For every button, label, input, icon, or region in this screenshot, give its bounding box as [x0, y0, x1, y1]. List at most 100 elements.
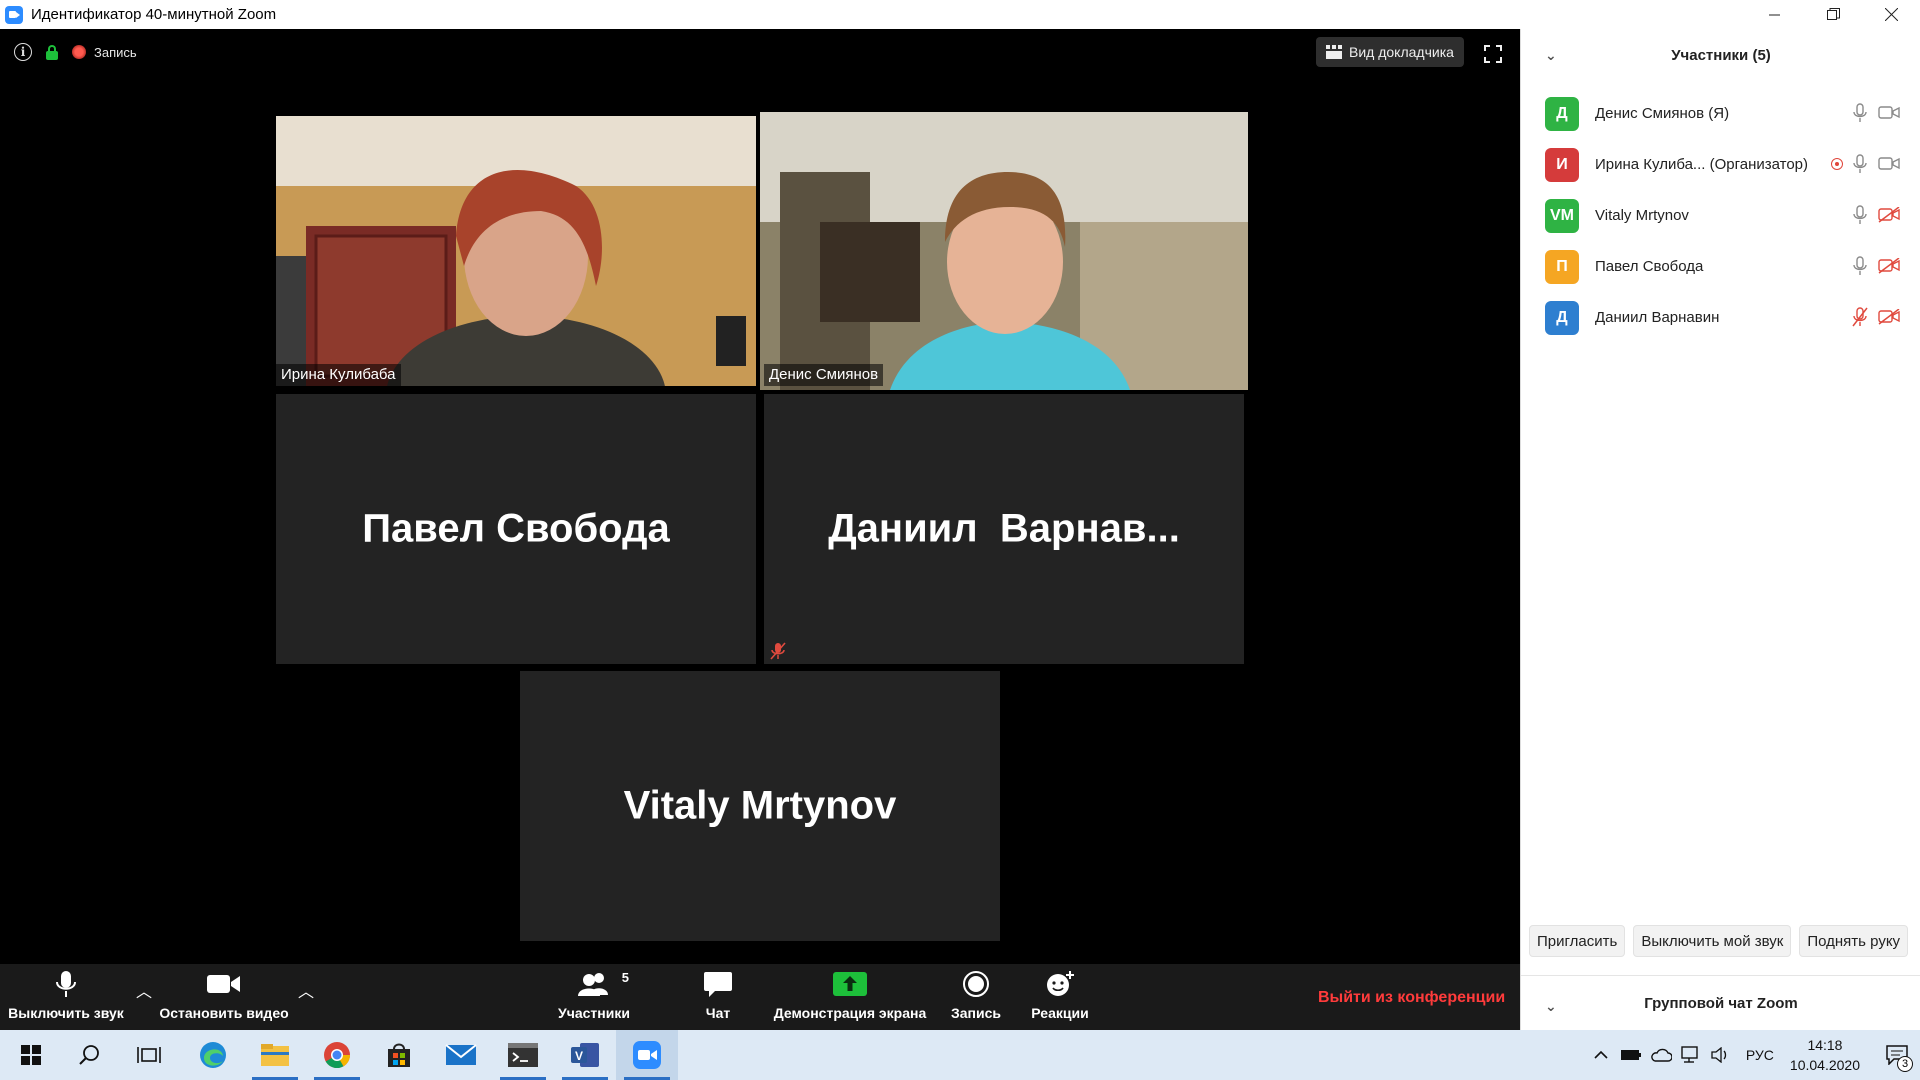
chevron-up-icon — [1594, 1050, 1608, 1059]
participants-label: Участники — [558, 1005, 630, 1021]
camera-off-icon[interactable] — [1878, 258, 1900, 274]
info-icon[interactable]: i — [14, 43, 32, 61]
video-tile[interactable]: Ирина Кулибаба — [276, 116, 756, 386]
clock-date: 10.04.2020 — [1789, 1057, 1860, 1073]
camera-off-icon[interactable] — [1878, 207, 1900, 223]
notification-count-badge: 3 — [1897, 1056, 1913, 1072]
collapse-chevron-icon[interactable]: ⌄ — [1545, 47, 1557, 64]
camera-on-icon[interactable] — [1878, 105, 1900, 121]
raise-hand-button[interactable]: Поднять руку — [1799, 925, 1909, 957]
restore-button[interactable] — [1804, 0, 1862, 29]
audio-options-chevron-icon[interactable]: ︿ — [136, 978, 152, 1002]
speaker-view-icon — [1326, 45, 1342, 59]
action-center-button[interactable]: 3 — [1874, 1030, 1920, 1080]
participants-count: 5 — [621, 970, 629, 985]
invite-button[interactable]: Пригласить — [1529, 925, 1626, 957]
onedrive-tray-button[interactable] — [1646, 1030, 1676, 1080]
avatar: VM — [1545, 198, 1579, 233]
taskbar-chrome[interactable] — [306, 1030, 368, 1080]
participants-button[interactable]: 5 Участники — [554, 964, 634, 1030]
participant-tile[interactable]: Павел Свобода — [276, 394, 756, 664]
stop-video-button[interactable]: Остановить видео — [159, 964, 289, 1030]
svg-text:V: V — [575, 1049, 583, 1063]
encryption-lock-icon[interactable] — [46, 44, 58, 60]
input-language-indicator[interactable]: РУС — [1746, 1047, 1774, 1063]
participant-tile[interactable]: Vitaly Mrtynov — [520, 671, 1000, 941]
participant-row[interactable]: VM Vitaly Mrtynov — [1521, 190, 1920, 241]
task-view-icon — [137, 1047, 161, 1063]
participants-panel-title: Участники (5) — [1671, 46, 1771, 64]
participant-name: Денис Смиянов (Я) — [1595, 105, 1730, 122]
show-hidden-icons-button[interactable] — [1586, 1030, 1616, 1080]
network-tray-button[interactable] — [1676, 1030, 1706, 1080]
reactions-button[interactable]: Реакции — [1024, 964, 1096, 1030]
fullscreen-icon[interactable] — [1484, 45, 1502, 63]
speaker-view-button[interactable]: Вид докладчика — [1316, 37, 1464, 67]
video-options-chevron-icon[interactable]: ︿ — [298, 978, 314, 1002]
file-explorer-icon — [261, 1044, 289, 1066]
taskbar-file-explorer[interactable] — [244, 1030, 306, 1080]
chat-icon — [704, 972, 732, 997]
mute-me-button[interactable]: Выключить мой звук — [1633, 925, 1792, 957]
participant-name: Павел Свобода — [1595, 258, 1704, 275]
taskbar-terminal[interactable] — [492, 1030, 554, 1080]
participant-name: Даниил Варнавин — [1595, 309, 1720, 326]
recording-dot-icon — [72, 45, 86, 59]
volume-tray-button[interactable] — [1706, 1030, 1736, 1080]
participant-video-feed — [760, 112, 1248, 390]
group-chat-title: Групповой чат Zoom — [1644, 994, 1798, 1012]
meeting-area: i Запись Вид докладчика Ирина Кулибаба Д… — [0, 29, 1520, 964]
taskbar-mail[interactable] — [430, 1030, 492, 1080]
mute-button[interactable]: Выключить звук — [4, 964, 128, 1030]
mic-on-icon[interactable] — [1852, 256, 1868, 276]
taskbar-edge[interactable] — [182, 1030, 244, 1080]
share-screen-button[interactable]: Демонстрация экрана — [770, 964, 930, 1030]
windows-start-icon — [21, 1045, 41, 1065]
battery-tray-button[interactable] — [1616, 1030, 1646, 1080]
taskbar-visio[interactable]: V — [554, 1030, 616, 1080]
participant-row[interactable]: Д Денис Смиянов (Я) — [1521, 88, 1920, 139]
search-icon — [79, 1045, 99, 1065]
close-button[interactable] — [1862, 0, 1920, 29]
meeting-toolbar: Выключить звук ︿ Остановить видео ︿ 5 Уч… — [0, 964, 1520, 1030]
participant-row[interactable]: И Ирина Кулиба... (Организатор) — [1521, 139, 1920, 190]
minimize-icon — [1769, 14, 1780, 15]
stop-video-label: Остановить видео — [159, 1005, 289, 1021]
mic-on-icon[interactable] — [1852, 103, 1868, 123]
participants-panel-header: ⌄ Участники (5) — [1521, 29, 1920, 81]
participant-name: Ирина Кулиба... (Организатор) — [1595, 156, 1809, 173]
speaker-view-label: Вид докладчика — [1349, 44, 1454, 60]
taskbar-clock[interactable]: 14:18 10.04.2020 — [1790, 1035, 1860, 1075]
task-view-button[interactable] — [118, 1030, 180, 1080]
participant-name-tag: Ирина Кулибаба — [276, 364, 401, 386]
participant-tile[interactable]: Даниил Варнав... — [764, 394, 1244, 664]
windows-taskbar: V РУС 14:18 10.04.2020 3 — [0, 1030, 1920, 1080]
group-chat-header[interactable]: ⌄ Групповой чат Zoom — [1521, 975, 1920, 1030]
search-button[interactable] — [58, 1030, 120, 1080]
chat-collapse-chevron-icon[interactable]: ⌄ — [1545, 998, 1557, 1015]
record-button[interactable]: Запись — [946, 964, 1006, 1030]
minimize-button[interactable] — [1746, 0, 1804, 29]
record-label: Запись — [950, 1005, 1001, 1021]
participant-name: Vitaly Mrtynov — [1595, 207, 1689, 224]
participant-list: Д Денис Смиянов (Я) И Ирина Кулиба... (Орга… — [1521, 88, 1920, 343]
participant-row[interactable]: П Павел Свобода — [1521, 241, 1920, 292]
battery-icon — [1620, 1050, 1641, 1060]
edge-icon — [200, 1042, 226, 1068]
camera-off-icon[interactable] — [1878, 309, 1900, 325]
mic-on-icon[interactable] — [1852, 154, 1868, 174]
camera-on-icon[interactable] — [1878, 156, 1900, 172]
mic-on-icon[interactable] — [1852, 205, 1868, 225]
participant-row[interactable]: Д Даниил Варнавин — [1521, 292, 1920, 343]
leave-meeting-button[interactable]: Выйти из конференции — [1318, 989, 1505, 1007]
start-button[interactable] — [0, 1030, 62, 1080]
chrome-icon — [324, 1042, 351, 1069]
taskbar-store[interactable] — [368, 1030, 430, 1080]
taskbar-zoom[interactable] — [616, 1030, 678, 1080]
mic-muted-icon[interactable] — [1852, 307, 1868, 327]
recording-indicator[interactable]: Запись — [72, 45, 137, 60]
participants-icon — [578, 973, 608, 996]
chat-button[interactable]: Чат — [688, 964, 748, 1030]
recording-label: Запись — [94, 44, 137, 60]
video-tile-active-speaker[interactable]: Денис Смиянов — [760, 112, 1248, 390]
